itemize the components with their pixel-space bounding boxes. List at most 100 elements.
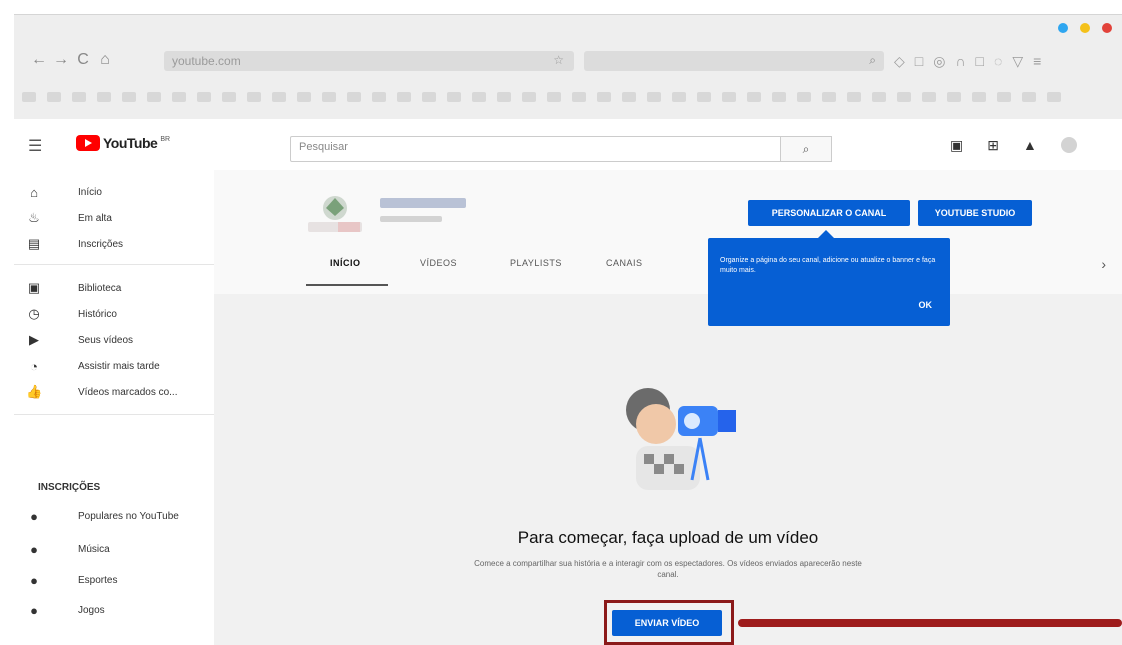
bookmark-item[interactable] (997, 92, 1011, 102)
bookmark-item[interactable] (522, 92, 536, 102)
window-controls (1058, 23, 1112, 33)
bookmark-item[interactable] (22, 92, 36, 102)
extension-icon[interactable]: □ (915, 53, 923, 70)
create-video-icon[interactable]: ▣ (950, 137, 963, 154)
window-dot-yellow[interactable] (1080, 23, 1090, 33)
bookmark-item[interactable] (597, 92, 611, 102)
window-dot-red[interactable] (1102, 23, 1112, 33)
tab-playlists[interactable]: PLAYLISTS (510, 258, 562, 268)
bookmark-item[interactable] (947, 92, 961, 102)
extension-icon[interactable]: ◎ (933, 53, 945, 70)
tab-home[interactable]: INÍCIO (330, 258, 361, 268)
sidebar-item-history[interactable]: ◷ Histórico (14, 302, 214, 326)
browser-extensions: ◇ □ ◎ ∩ □ ◌ ▽ ≡ (894, 53, 1041, 70)
bookmark-item[interactable] (197, 92, 211, 102)
bookmark-item[interactable] (447, 92, 461, 102)
bookmark-item[interactable] (172, 92, 186, 102)
sidebar-subscription-gaming[interactable]: ● Jogos (14, 598, 214, 622)
bookmark-item[interactable] (97, 92, 111, 102)
tab-videos[interactable]: VÍDEOS (420, 258, 457, 268)
bookmark-item[interactable] (147, 92, 161, 102)
sidebar-item-liked-videos[interactable]: 👍 Vídeos marcados co... (14, 380, 214, 404)
home-icon: ⌂ (30, 184, 38, 200)
browser-chrome: ← → C ⌂ youtube.com ☆ ⌕ ◇ □ ◎ ∩ □ ◌ ▽ ≡ (14, 14, 1122, 119)
notifications-bell-icon[interactable]: ▲ (1023, 137, 1037, 154)
bookmark-item[interactable] (322, 92, 336, 102)
bookmark-item[interactable] (722, 92, 736, 102)
bookmark-item[interactable] (647, 92, 661, 102)
sidebar-subscription-music[interactable]: ● Música (14, 537, 214, 561)
browser-search-icon[interactable]: ⌕ (869, 53, 876, 68)
history-icon: ◷ (28, 306, 40, 321)
extension-icon[interactable]: ∩ (955, 53, 965, 70)
browser-search-bar[interactable]: ⌕ (584, 51, 884, 71)
back-arrow-icon[interactable]: ← (28, 51, 50, 69)
sidebar-subscription-sports[interactable]: ● Esportes (14, 568, 214, 592)
bookmark-item[interactable] (47, 92, 61, 102)
bookmark-item[interactable] (672, 92, 686, 102)
home-button-icon[interactable]: ⌂ (94, 51, 116, 69)
bookmark-item[interactable] (372, 92, 386, 102)
search-icon: ⌕ (802, 142, 810, 156)
bookmark-item[interactable] (122, 92, 136, 102)
bookmark-item[interactable] (297, 92, 311, 102)
bookmark-item[interactable] (822, 92, 836, 102)
bookmark-item[interactable] (897, 92, 911, 102)
bookmark-item[interactable] (497, 92, 511, 102)
tab-channels[interactable]: CANAIS (606, 258, 643, 268)
sidebar-item-library[interactable]: ▣ Biblioteca (14, 276, 214, 300)
hamburger-menu-icon[interactable]: ☰ (28, 136, 42, 156)
address-bar[interactable]: youtube.com ☆ (164, 51, 574, 71)
bookmark-item[interactable] (847, 92, 861, 102)
extension-icon[interactable]: ▽ (1012, 53, 1023, 70)
customize-channel-button[interactable]: PERSONALIZAR O CANAL (748, 200, 910, 226)
search-input[interactable]: Pesquisar (290, 136, 782, 162)
bookmark-item[interactable] (397, 92, 411, 102)
bookmark-item[interactable] (547, 92, 561, 102)
window-dot-blue[interactable] (1058, 23, 1068, 33)
youtube-logo[interactable]: YouTube BR (76, 135, 170, 151)
chevron-right-icon[interactable]: › (1101, 256, 1106, 272)
bookmark-item[interactable] (222, 92, 236, 102)
bookmark-item[interactable] (422, 92, 436, 102)
sidebar-item-home[interactable]: ⌂ Início (14, 180, 214, 204)
forward-arrow-icon[interactable]: → (50, 51, 72, 69)
bookmark-item[interactable] (747, 92, 761, 102)
sidebar-item-trending[interactable]: ♨ Em alta (14, 206, 214, 230)
bookmark-item[interactable] (772, 92, 786, 102)
extension-icon[interactable]: □ (976, 53, 984, 70)
apps-grid-icon[interactable]: ⊞ (987, 137, 999, 154)
bookmark-item[interactable] (272, 92, 286, 102)
search-button[interactable]: ⌕ (780, 136, 832, 162)
extension-icon[interactable]: ◌ (994, 53, 1002, 70)
sidebar-subscription-popular[interactable]: ● Populares no YouTube (14, 504, 214, 528)
bookmark-item[interactable] (922, 92, 936, 102)
bookmark-item[interactable] (1022, 92, 1036, 102)
sidebar-item-subscriptions[interactable]: ▤ Inscrições (14, 232, 214, 256)
account-avatar[interactable] (1060, 137, 1077, 153)
bookmark-item[interactable] (972, 92, 986, 102)
bookmark-item[interactable] (697, 92, 711, 102)
bookmark-star-icon[interactable]: ☆ (553, 53, 564, 67)
music-channel-icon: ● (30, 541, 38, 557)
bookmark-item[interactable] (872, 92, 886, 102)
sidebar-item-watch-later[interactable]: ◔ Assistir mais tarde (14, 354, 214, 378)
channel-avatar[interactable] (304, 190, 366, 236)
bookmark-item[interactable] (347, 92, 361, 102)
sidebar-item-your-videos[interactable]: ▶ Seus vídeos (14, 328, 214, 352)
extension-icon[interactable]: ◇ (894, 53, 905, 70)
bookmark-item[interactable] (1047, 92, 1061, 102)
menu-icon[interactable]: ≡ (1033, 53, 1041, 70)
logo-region: BR (160, 135, 171, 143)
bookmarks-bar (14, 85, 1122, 109)
tooltip-ok-button[interactable]: OK (919, 300, 933, 310)
reload-icon[interactable]: C (72, 51, 94, 69)
bookmark-item[interactable] (572, 92, 586, 102)
youtube-studio-button[interactable]: YOUTUBE STUDIO (918, 200, 1032, 226)
bookmark-item[interactable] (72, 92, 86, 102)
bookmark-item[interactable] (247, 92, 261, 102)
bookmark-item[interactable] (622, 92, 636, 102)
bookmark-item[interactable] (797, 92, 811, 102)
sidebar-item-label: Vídeos marcados co... (78, 386, 178, 398)
bookmark-item[interactable] (472, 92, 486, 102)
